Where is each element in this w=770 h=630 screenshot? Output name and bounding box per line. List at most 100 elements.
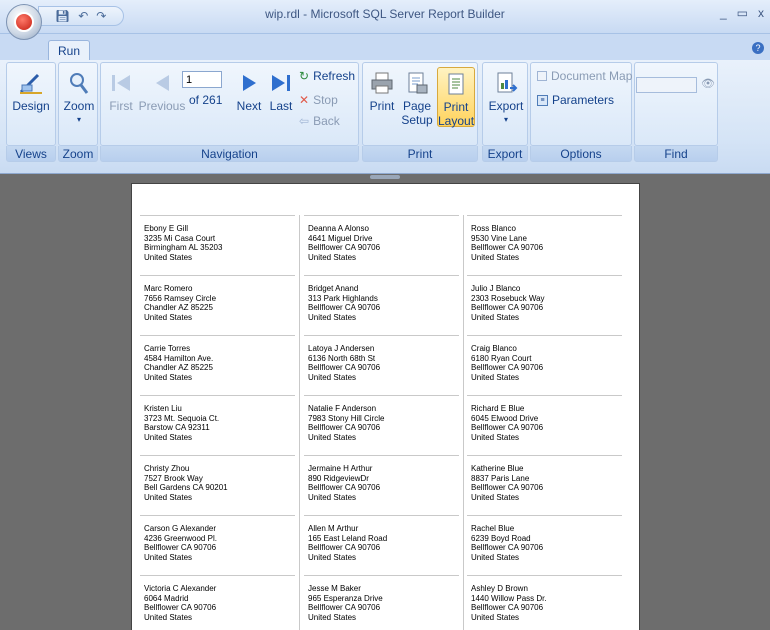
- export-button[interactable]: Export ▾: [485, 71, 527, 127]
- refresh-button[interactable]: ↻ Refresh: [299, 69, 355, 83]
- print-button[interactable]: Print: [365, 71, 399, 113]
- label-name: Allen M Arthur: [308, 524, 359, 533]
- label-city-state-zip: Bellflower CA 90706: [308, 603, 381, 612]
- label-name: Deanna A Alonso: [308, 224, 369, 233]
- label-city-state-zip: Bellflower CA 90706: [471, 303, 544, 312]
- label-street: 3235 Mi Casa Court: [144, 233, 216, 243]
- ribbon: Design Views Zoom ▾ Zoom First Previous: [0, 60, 770, 174]
- label-street: 7983 Stony Hill Circle: [308, 413, 385, 423]
- label-name: Carson G Alexander: [144, 524, 217, 533]
- page-setup-icon: [408, 72, 428, 94]
- report-builder-logo-icon: [14, 12, 34, 32]
- application-button[interactable]: [6, 4, 42, 40]
- tab-run[interactable]: Run: [48, 40, 90, 61]
- label-street: 4584 Hamilton Ave.: [144, 353, 214, 363]
- label-city-state-zip: Bell Gardens CA 90201: [144, 483, 228, 492]
- export-icon: [497, 72, 518, 93]
- zoom-dropdown-arrow-icon: ▾: [76, 115, 81, 124]
- label-country: United States: [471, 252, 520, 262]
- label-city-state-zip: Birmingham AL 35203: [144, 243, 223, 252]
- mailing-label: Christy Zhou 7527 Brook Way Bell Gardens C…: [140, 455, 295, 515]
- find-next-binoculars-icon[interactable]: 👁︎: [701, 77, 715, 90]
- previous-page-button[interactable]: Previous: [137, 71, 187, 113]
- label-country: United States: [471, 492, 520, 502]
- title-bar: 💾︎ ↶ ↷ wip.rdl - Microsoft SQL Server Re…: [0, 0, 770, 34]
- label-street: 6064 Madrid: [144, 593, 189, 603]
- next-page-button[interactable]: Next: [231, 71, 267, 113]
- parameters-button[interactable]: ≡ Parameters: [537, 93, 614, 107]
- page-setup-button[interactable]: Page Setup: [399, 71, 435, 127]
- label-name: Latoya J Andersen: [308, 344, 375, 353]
- parameters-icon: ≡: [537, 94, 548, 106]
- label-city-state-zip: Bellflower CA 90706: [471, 483, 544, 492]
- previous-page-icon: [156, 75, 169, 91]
- mailing-label: Jesse M Baker 965 Esperanza Drive Bellflow…: [304, 575, 459, 630]
- label-street: 3723 Mt. Sequoia Ct.: [144, 413, 220, 423]
- label-country: United States: [308, 552, 357, 562]
- mailing-label: Natalie F Anderson 7983 Stony Hill Circle…: [304, 395, 459, 455]
- restore-button[interactable]: ▭: [737, 6, 748, 20]
- label-country: United States: [144, 432, 193, 442]
- navigation-group-label: Navigation: [100, 146, 359, 162]
- mailing-label: Ashley D Brown 1440 Willow Pass Dr. Bellfl…: [467, 575, 622, 630]
- refresh-icon: ↻: [299, 69, 310, 83]
- export-group-label: Export: [482, 146, 528, 162]
- label-city-state-zip: Chandler AZ 85225: [144, 363, 213, 372]
- label-street: 1440 Willow Pass Dr.: [471, 593, 547, 603]
- label-street: 7656 Ramsey Circle: [144, 293, 217, 303]
- label-city-state-zip: Bellflower CA 90706: [144, 543, 217, 552]
- zoom-group: Zoom ▾: [58, 62, 98, 146]
- mailing-label: Richard E Blue 6045 Elwood Drive Bellflowe…: [467, 395, 622, 455]
- label-city-state-zip: Bellflower CA 90706: [308, 483, 381, 492]
- mailing-label: Julio J Blanco 2303 Rosebuck Way Bellflowe…: [467, 275, 622, 335]
- label-name: Ashley D Brown: [471, 584, 528, 593]
- label-country: United States: [308, 372, 357, 382]
- label-street: 890 RidgeviewDr: [308, 473, 369, 483]
- label-street: 9530 Vine Lane: [471, 233, 527, 243]
- label-country: United States: [308, 312, 357, 322]
- document-map-button[interactable]: Document Map: [537, 69, 632, 83]
- label-country: United States: [308, 612, 357, 622]
- print-layout-icon: [448, 73, 464, 95]
- last-page-button[interactable]: Last: [265, 71, 297, 113]
- mailing-label: Allen M Arthur 165 East Leland Road Bellfl…: [304, 515, 459, 575]
- design-button[interactable]: Design: [11, 71, 51, 113]
- help-icon[interactable]: ?: [752, 42, 764, 54]
- label-city-state-zip: Bellflower CA 90706: [308, 303, 381, 312]
- label-name: Ebony E Gill: [144, 224, 189, 233]
- minimize-button[interactable]: _: [720, 6, 727, 20]
- printer-icon: [371, 72, 393, 94]
- label-country: United States: [308, 252, 357, 262]
- label-country: United States: [471, 432, 520, 442]
- zoom-group-label: Zoom: [58, 146, 98, 162]
- label-name: Victoria C Alexander: [144, 584, 217, 593]
- label-city-state-zip: Bellflower CA 90706: [144, 603, 217, 612]
- report-splitter-handle[interactable]: [370, 175, 400, 179]
- label-street: 4236 Greenwood Pl.: [144, 533, 217, 543]
- print-group-label: Print: [362, 146, 478, 162]
- label-city-state-zip: Chandler AZ 85225: [144, 303, 213, 312]
- back-button[interactable]: ⇦ Back: [299, 114, 340, 128]
- mailing-label: Bridget Anand 313 Park Highlands Bellflowe…: [304, 275, 459, 335]
- mailing-label: Craig Blanco 6180 Ryan Court Bellflower CA…: [467, 335, 622, 395]
- mailing-label: Carson G Alexander 4236 Greenwood Pl. Bell…: [140, 515, 295, 575]
- page-number-input[interactable]: [182, 71, 222, 88]
- views-group: Design: [6, 62, 56, 146]
- find-input[interactable]: [636, 77, 697, 93]
- stop-button[interactable]: ✕ Stop: [299, 93, 338, 107]
- close-button[interactable]: x: [758, 6, 764, 20]
- label-city-state-zip: Bellflower CA 90706: [471, 243, 544, 252]
- label-city-state-zip: Bellflower CA 90706: [308, 423, 381, 432]
- mailing-label: Ross Blanco 9530 Vine Lane Bellflower CA 9…: [467, 215, 622, 275]
- options-group: Document Map ≡ Parameters: [530, 62, 632, 146]
- label-name: Jesse M Baker: [308, 584, 361, 593]
- print-layout-button[interactable]: Print Layout: [437, 67, 475, 128]
- first-page-button[interactable]: First: [105, 71, 137, 113]
- label-city-state-zip: Bellflower CA 90706: [308, 543, 381, 552]
- mailing-label: Victoria C Alexander 6064 Madrid Bellflowe…: [140, 575, 295, 630]
- options-group-label: Options: [530, 146, 632, 162]
- zoom-button[interactable]: Zoom ▾: [59, 71, 99, 127]
- label-name: Carrie Torres: [144, 344, 191, 353]
- label-name: Rachel Blue: [471, 524, 515, 533]
- magnifier-icon: [70, 73, 89, 94]
